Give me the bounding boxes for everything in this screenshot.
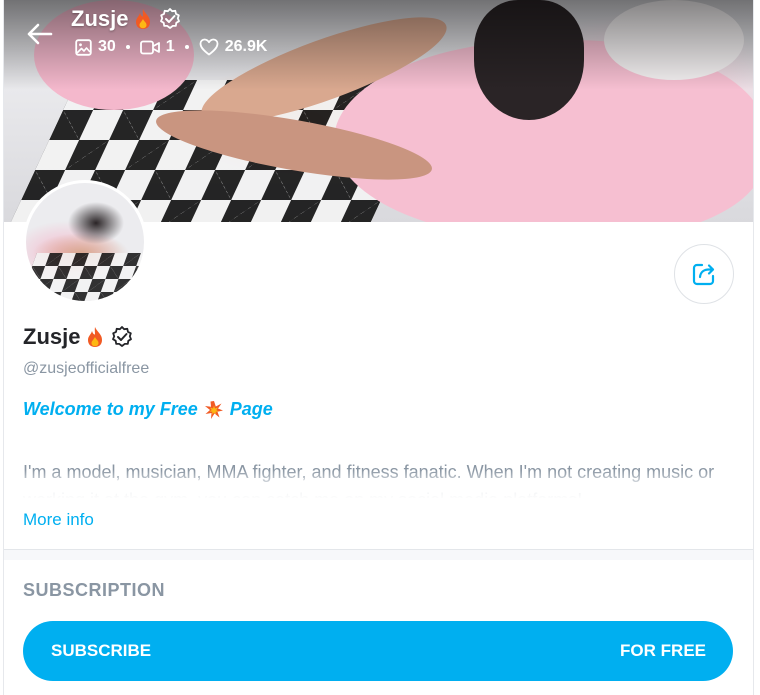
profile-name-row: Zusje xyxy=(23,324,134,350)
profile-name: Zusje xyxy=(23,324,81,349)
welcome-text: Welcome to my Free Page xyxy=(23,399,273,420)
profile-page: Zusje 30 1 26.9K Zusje @zusjeofficialfre… xyxy=(3,0,754,695)
likes-stat: 26.9K xyxy=(199,38,268,56)
photos-count: 30 xyxy=(98,38,116,55)
avatar-floor xyxy=(26,253,144,301)
header-stats: 30 1 26.9K xyxy=(75,38,267,56)
header-title: Zusje xyxy=(71,6,182,32)
video-icon xyxy=(139,40,160,54)
arrow-left-icon xyxy=(27,23,53,45)
collision-emoji-icon xyxy=(204,400,223,419)
videos-stat: 1 xyxy=(139,38,175,56)
subscribe-button[interactable]: SUBSCRIBE FOR FREE xyxy=(23,621,733,681)
subscribe-price: FOR FREE xyxy=(620,641,706,660)
verified-icon xyxy=(160,8,181,29)
heart-icon xyxy=(199,38,219,56)
profile-handle: @zusjeofficialfree xyxy=(23,360,150,377)
share-button[interactable] xyxy=(674,244,734,304)
subscribe-label: SUBSCRIBE xyxy=(51,641,152,660)
header-name: Zusje xyxy=(71,6,129,31)
verified-icon xyxy=(112,326,133,347)
welcome-suffix: Page xyxy=(229,399,273,419)
fire-emoji-icon xyxy=(136,9,151,29)
back-button[interactable] xyxy=(20,14,60,54)
videos-count: 1 xyxy=(165,38,175,55)
more-info-link[interactable]: More info xyxy=(23,510,94,530)
photos-stat: 30 xyxy=(75,38,116,56)
subscription-title: SUBSCRIPTION xyxy=(23,580,166,600)
avatar[interactable] xyxy=(23,180,147,304)
welcome-prefix: Welcome to my Free xyxy=(23,399,198,419)
share-icon xyxy=(692,263,715,286)
separator-dot xyxy=(125,45,130,49)
image-icon xyxy=(75,38,92,56)
separator-dot xyxy=(184,45,189,49)
likes-count: 26.9K xyxy=(224,38,268,55)
fire-emoji-icon xyxy=(88,327,103,347)
bio-fade xyxy=(23,470,735,500)
section-gap xyxy=(4,550,753,560)
